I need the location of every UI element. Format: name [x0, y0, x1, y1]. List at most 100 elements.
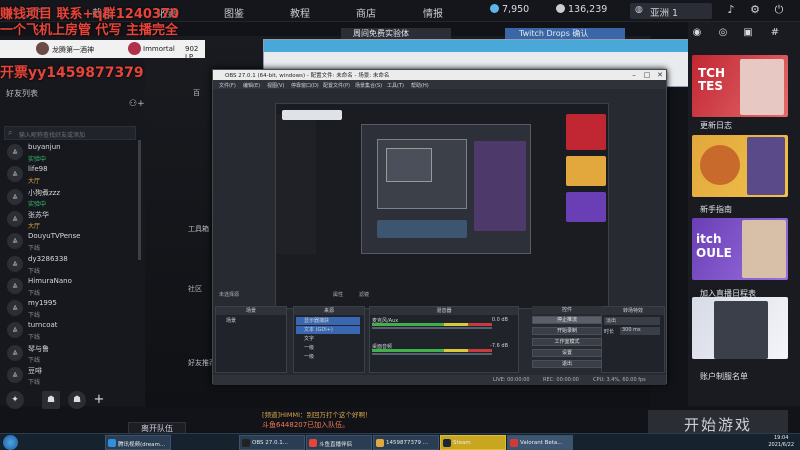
- friend-name: 豆啡: [28, 367, 42, 375]
- source-item[interactable]: 一级: [296, 353, 360, 361]
- currency-a: 7,950: [490, 4, 529, 15]
- menu-tools[interactable]: 工具(T): [387, 82, 404, 89]
- community-label[interactable]: 社区: [188, 284, 202, 294]
- menu-view[interactable]: 视图(V): [267, 82, 284, 89]
- hashtag-icon[interactable]: #: [768, 27, 782, 41]
- windows-taskbar: 腾讯视频(dream... OBS 27.0.1... 斗鱼直播伴侣 14598…: [0, 433, 800, 450]
- task-tencent-video[interactable]: 腾讯视频(dream...: [105, 435, 171, 450]
- task-douyu[interactable]: 斗鱼直播伴侣: [306, 435, 372, 450]
- volume-fader[interactable]: [372, 353, 492, 355]
- nav-intel[interactable]: 情报: [423, 5, 443, 20]
- account-label[interactable]: 账户制服名单: [700, 371, 748, 382]
- task-valorant[interactable]: Valorant Beta...: [507, 435, 573, 450]
- friend-row[interactable]: ⩓ 豆啡 下线: [0, 365, 138, 391]
- beginner-guide-card[interactable]: [692, 135, 788, 197]
- account-card[interactable]: [692, 297, 788, 359]
- maximize-icon[interactable]: □: [641, 70, 653, 80]
- exit-button[interactable]: 退出: [532, 360, 602, 368]
- friend-status: 下线: [28, 267, 41, 275]
- cpu-fps: CPU: 3.4%, 60.00 fps: [593, 377, 646, 383]
- transition-select[interactable]: 淡出: [604, 317, 660, 325]
- party-slot-icon[interactable]: ☗: [42, 391, 60, 409]
- task-qq[interactable]: 1459877379 ...: [373, 435, 439, 450]
- source-item[interactable]: 文本 (GDI+): [296, 326, 360, 334]
- transitions-panel: 转场特效 淡出 时长 300 ms: [601, 306, 665, 373]
- system-clock[interactable]: 19:04 2021/6/22: [768, 435, 794, 449]
- currency-b-value: 136,239: [568, 4, 608, 15]
- power-icon[interactable]: ⏻: [772, 3, 786, 17]
- controls-header: 控件: [532, 306, 602, 314]
- friend-status: 下线: [28, 245, 41, 253]
- update-log-label[interactable]: 更新日志: [700, 120, 732, 131]
- obs-titlebar[interactable]: OBS 27.0.1 (64-bit, windows) - 配置文件: 未命名…: [213, 70, 666, 80]
- properties-button[interactable]: 属性: [333, 291, 343, 298]
- task-steam[interactable]: Steam: [440, 435, 506, 450]
- rec-timer: REC: 00:00:00: [543, 377, 579, 383]
- beginner-guide-label[interactable]: 新手指南: [700, 204, 732, 215]
- menu-file[interactable]: 文件(F): [219, 82, 236, 89]
- minimize-icon[interactable]: –: [628, 70, 640, 80]
- steam-icon[interactable]: ◉: [690, 27, 704, 41]
- mixer-channel-desktop: 桌面音频 -7.6 dB: [372, 343, 510, 357]
- update-log-card[interactable]: TCH TES: [692, 55, 788, 117]
- friend-search-input[interactable]: ⌕ 输入昵称查找好友或添加: [4, 126, 136, 140]
- party-notification[interactable]: 龙腾第一酒神 Immortal 902 LP: [0, 40, 205, 61]
- nav-codex[interactable]: 图鉴: [224, 5, 244, 20]
- scenes-panel: 场景 场景: [215, 306, 287, 373]
- region-label: 亚洲 1: [650, 8, 679, 19]
- menu-help[interactable]: 帮助(H): [411, 82, 429, 89]
- settings-button[interactable]: 设置: [532, 349, 602, 357]
- valorant-icon: ⩓: [7, 233, 23, 250]
- add-party-icon[interactable]: +: [90, 391, 108, 409]
- preview-card: [566, 114, 606, 150]
- menu-docks[interactable]: 停靠窗口(D): [291, 82, 319, 89]
- duration-input[interactable]: 300 ms: [620, 327, 660, 335]
- sources-panel: 来源 显示器捕获 文本 (GDI+) 文字 一级 一级: [293, 306, 365, 373]
- source-item[interactable]: 一级: [296, 344, 360, 352]
- scene-item[interactable]: 场景: [218, 317, 282, 325]
- steam-titlebar[interactable]: [264, 40, 689, 52]
- friend-name: dy3286338: [28, 254, 68, 263]
- friend-name: my1995: [28, 299, 57, 308]
- menu-scene-collection[interactable]: 场景集合(S): [355, 82, 382, 89]
- sidebar-bottom-icons: ✦ ☗ ☗ +: [0, 391, 112, 411]
- duration-label: 时长: [604, 329, 615, 335]
- preview-card: [566, 156, 606, 186]
- nested-preview-3: [386, 148, 432, 182]
- nav-store[interactable]: 商店: [356, 5, 376, 20]
- menu-edit[interactable]: 编辑(E): [243, 82, 260, 89]
- bilibili-icon[interactable]: ▣: [741, 27, 755, 41]
- party-member-icon[interactable]: ☗: [68, 391, 86, 409]
- source-item[interactable]: 文字: [296, 335, 360, 343]
- friend-list-scrollbar[interactable]: [138, 140, 141, 260]
- studio-mode-button[interactable]: 工作室模式: [532, 338, 602, 346]
- add-friend-icon[interactable]: ⚇+: [129, 99, 145, 109]
- filters-button[interactable]: 滤镜: [359, 291, 369, 298]
- start-recording-button[interactable]: 开始录制: [532, 327, 602, 335]
- overlay-text-3: 开票yy1459877379: [0, 65, 144, 81]
- weibo-icon[interactable]: ◎: [716, 27, 730, 41]
- friend-name: life98: [28, 165, 48, 174]
- valorant-icon: ⩓: [7, 300, 23, 317]
- volume-fader[interactable]: [372, 327, 492, 329]
- stop-streaming-button[interactable]: 停止推流: [532, 316, 602, 324]
- bell-icon[interactable]: ♪: [724, 3, 738, 17]
- clock-date: 2021/6/22: [768, 442, 794, 448]
- friend-name: 琴与鲁: [28, 344, 49, 353]
- app-icon: [309, 439, 317, 447]
- close-icon[interactable]: ✕: [654, 70, 666, 80]
- region-selector[interactable]: ◍ 亚洲 1: [630, 3, 712, 19]
- nav-tutorial[interactable]: 教程: [290, 5, 310, 20]
- task-obs[interactable]: OBS 27.0.1...: [239, 435, 305, 450]
- twitch-schedule-card[interactable]: itch OULE: [692, 218, 788, 280]
- gift-icon[interactable]: ✦: [6, 391, 24, 409]
- source-item[interactable]: 显示器捕获: [296, 317, 360, 325]
- gear-icon[interactable]: ⚙: [748, 3, 762, 17]
- menu-profile[interactable]: 配置文件(P): [323, 82, 350, 89]
- toolbox-label[interactable]: 工具箱: [188, 224, 209, 234]
- character-art: [714, 301, 768, 359]
- valorant-icon: ⩓: [7, 188, 23, 205]
- start-button[interactable]: [3, 435, 18, 450]
- chat-line: 斗鱼6448207已加入队伍。: [262, 421, 350, 429]
- obs-preview[interactable]: [275, 103, 609, 309]
